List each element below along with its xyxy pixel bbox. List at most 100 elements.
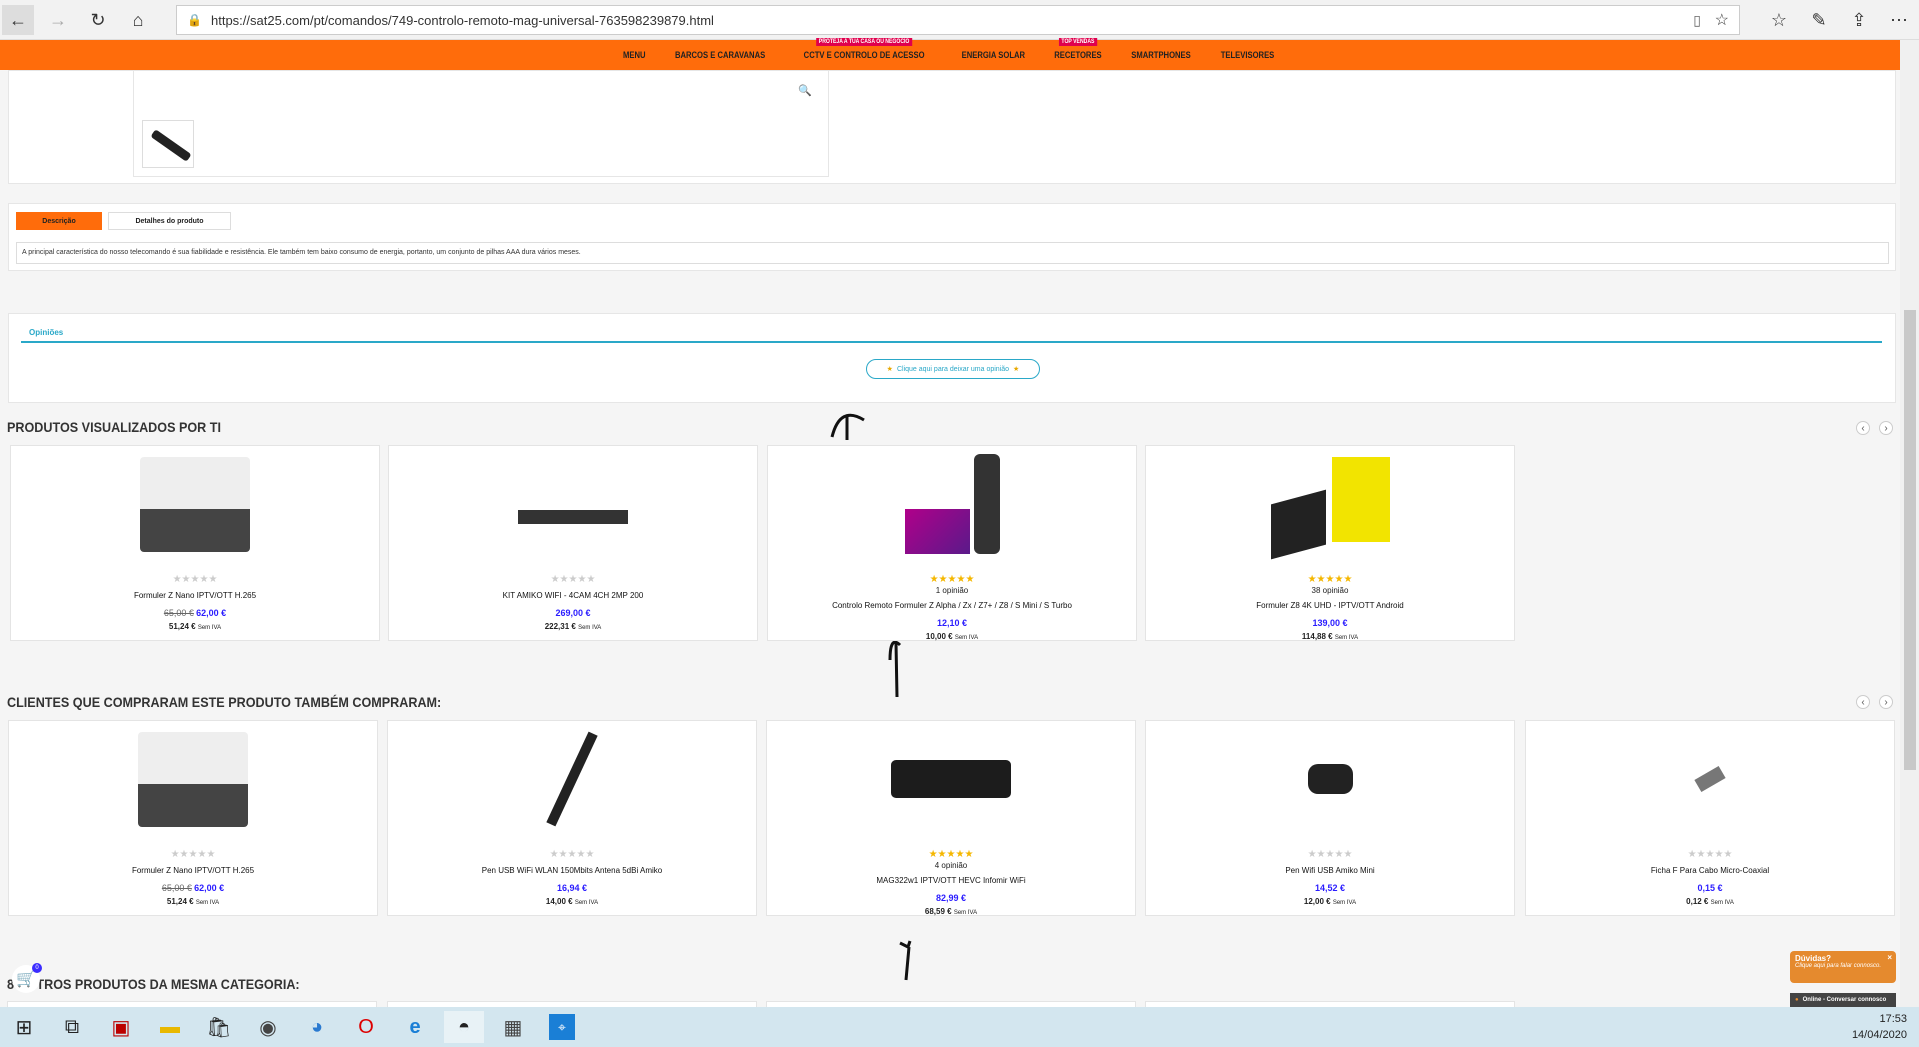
- cart-button[interactable]: 🛒 0: [12, 963, 42, 993]
- tax-label: Sem IVA: [1332, 900, 1357, 906]
- nav-label: ENERGIA SOLAR: [961, 50, 1025, 60]
- product-card[interactable]: ★★★★★ KIT AMIKO WIFI - 4CAM 4CH 2MP 200 …: [388, 445, 758, 641]
- lock-icon: 🔒: [187, 13, 202, 27]
- edge-icon[interactable]: e: [395, 1011, 435, 1043]
- net-price: 51,24 €: [166, 897, 194, 906]
- product-name[interactable]: Controlo Remoto Formuler Z Alpha / Zx / …: [768, 601, 1136, 610]
- tax-label: Sem IVA: [197, 625, 222, 631]
- nav-item[interactable]: SMARTPHONES: [1131, 50, 1191, 60]
- clock-date: 14/04/2020: [1851, 1029, 1907, 1041]
- leave-review-button[interactable]: ★ Clique aqui para deixar uma opinião ★: [866, 359, 1040, 379]
- product-card[interactable]: ★★★★★ 4 opinião MAG322w1 IPTV/OTT HEVC I…: [766, 720, 1136, 916]
- net-price: 222,31 €: [544, 622, 576, 631]
- nav-item[interactable]: CCTV E CONTROLO DE ACESSO PROTEJA A TUA C…: [804, 38, 925, 60]
- nav-item[interactable]: ENERGIA SOLAR: [961, 50, 1024, 60]
- thunderbird-icon[interactable]: ◕: [297, 1011, 337, 1043]
- system-clock[interactable]: 17:53 14/04/2020: [1852, 1011, 1907, 1043]
- refresh-icon[interactable]: ↻: [82, 5, 114, 35]
- windows-start-icon[interactable]: ⊞: [4, 1011, 44, 1043]
- task-view-icon[interactable]: ⧉: [52, 1011, 92, 1043]
- close-icon[interactable]: ×: [1887, 953, 1892, 962]
- nav-item[interactable]: TELEVISORES: [1221, 50, 1275, 60]
- net-price: 14,00 €: [545, 897, 573, 906]
- nav-item[interactable]: BARCOS E CARAVANAS: [675, 50, 765, 60]
- product-name[interactable]: KIT AMIKO WIFI - 4CAM 4CH 2MP 200: [389, 591, 757, 600]
- more-icon[interactable]: ⋯: [1883, 5, 1915, 35]
- chat-bar[interactable]: ● Online - Conversar connosco: [1790, 993, 1896, 1007]
- rating-stars: ★★★★★: [1687, 849, 1733, 860]
- star-icon: ★: [886, 366, 893, 373]
- filezilla-icon[interactable]: ▣: [101, 1011, 141, 1043]
- thumbnail[interactable]: [142, 120, 194, 168]
- tab-details[interactable]: Detalhes do produto: [108, 212, 231, 230]
- product-card[interactable]: ★★★★★ 1 opinião Controlo Remoto Formuler…: [767, 445, 1137, 641]
- product-card[interactable]: ★★★★★ Formuler Z Nano IPTV/OTT H.265 65,…: [10, 445, 380, 641]
- nav-item[interactable]: RECETORES TOP VENDAS: [1054, 38, 1102, 60]
- satellite-app-icon[interactable]: ⌖: [549, 1014, 575, 1040]
- product-name[interactable]: Pen USB WiFi WLAN 150Mbits Antena 5dBi A…: [388, 866, 756, 875]
- forward-icon[interactable]: →: [42, 5, 74, 35]
- product-price: 62,00 €: [194, 883, 225, 893]
- chat-popup[interactable]: Dúvidas? Clique aqui para falar connosco…: [1790, 951, 1896, 983]
- scrollbar[interactable]: [1900, 40, 1919, 1007]
- scrollbar-thumb[interactable]: [1904, 310, 1916, 770]
- product-card[interactable]: ★★★★★ Pen Wifi USB Amiko Mini 14,52 € 12…: [1145, 720, 1515, 916]
- tab-reviews[interactable]: Opiniões: [29, 328, 63, 337]
- home-icon[interactable]: ⌂: [122, 5, 154, 35]
- file-explorer-icon[interactable]: ▬: [150, 1011, 190, 1043]
- carousel-prev-button[interactable]: ‹: [1856, 695, 1870, 709]
- address-bar[interactable]: 🔒 https://sat25.com/pt/comandos/749-cont…: [176, 5, 1740, 35]
- product-card[interactable]: ★★★★★ Pen USB WiFi WLAN 150Mbits Antena …: [387, 720, 757, 916]
- product-name[interactable]: Formuler Z Nano IPTV/OTT H.265: [11, 591, 379, 600]
- camera-app-icon[interactable]: ◉: [248, 1011, 288, 1043]
- product-name[interactable]: Pen Wifi USB Amiko Mini: [1146, 866, 1514, 875]
- nav-label: MENU: [622, 50, 646, 60]
- nav-label: RECETORES: [1054, 50, 1102, 60]
- favorites-icon[interactable]: ☆: [1763, 5, 1795, 35]
- carousel-next-button[interactable]: ›: [1879, 695, 1893, 709]
- product-name[interactable]: Formuler Z8 4K UHD - IPTV/OTT Android: [1146, 601, 1514, 610]
- zoom-icon[interactable]: 🔍: [798, 84, 812, 97]
- carousel-next-button[interactable]: ›: [1879, 421, 1893, 435]
- favorite-star-icon[interactable]: ☆: [1715, 10, 1729, 30]
- opinion-count: 1 opinião: [935, 586, 969, 595]
- product-card[interactable]: ★★★★★ Ficha F Para Cabo Micro-Coaxial 0,…: [1525, 720, 1895, 916]
- tax-label: Sem IVA: [1334, 635, 1359, 641]
- nav-label: TELEVISORES: [1220, 50, 1275, 60]
- product-image: [140, 456, 250, 552]
- net-price: 114,88 €: [1301, 632, 1333, 641]
- product-card[interactable]: ★★★★★ Formuler Z Nano IPTV/OTT H.265 65,…: [8, 720, 378, 916]
- product-name[interactable]: Ficha F Para Cabo Micro-Coaxial: [1526, 866, 1894, 875]
- net-price: 0,12 €: [1686, 897, 1709, 906]
- reading-view-icon[interactable]: ▯: [1693, 12, 1701, 29]
- calculator-icon[interactable]: ▦: [493, 1011, 533, 1043]
- taskbar: ⊞ ⧉ ▣ ▬ 🛍 ◉ ◕ O e ◓ ▦ ⌖ 17:53 14/04/2020: [0, 1007, 1919, 1047]
- remote-image: [150, 129, 192, 162]
- back-icon[interactable]: ←: [2, 5, 34, 35]
- net-price: 10,00 €: [925, 632, 953, 641]
- url-text: https://sat25.com/pt/comandos/749-contro…: [211, 12, 714, 28]
- net-price: 51,24 €: [168, 622, 196, 631]
- arrow-mark: [899, 940, 912, 981]
- bought-title: CLIENTES QUE COMPRARAM ESTE PRODUTO TAMB…: [7, 694, 442, 710]
- opera-icon[interactable]: O: [346, 1011, 386, 1043]
- rating-stars: ★★★★★: [170, 849, 216, 860]
- product-price: 12,10 €: [936, 618, 968, 628]
- store-icon[interactable]: 🛍: [199, 1011, 239, 1043]
- nav-item[interactable]: MENU: [623, 50, 646, 60]
- photos-app-icon[interactable]: ◓: [444, 1011, 484, 1043]
- rating-stars: ★★★★★: [928, 849, 974, 860]
- product-image: [891, 760, 1011, 798]
- product-card[interactable]: ★★★★★ 38 opinião Formuler Z8 4K UHD - IP…: [1145, 445, 1515, 641]
- carousel-prev-button[interactable]: ‹: [1856, 421, 1870, 435]
- share-icon[interactable]: ⇪: [1843, 5, 1875, 35]
- product-image: [904, 454, 1000, 554]
- leave-review-label: Clique aqui para deixar uma opinião: [896, 365, 1010, 373]
- pen-icon[interactable]: ✎: [1803, 5, 1835, 35]
- product-price: 82,99 €: [935, 893, 967, 903]
- main-nav: MENU BARCOS E CARAVANAS CCTV E CONTROLO DE…: [0, 38, 1900, 70]
- product-name[interactable]: Formuler Z Nano IPTV/OTT H.265: [9, 866, 377, 875]
- product-name[interactable]: MAG322w1 IPTV/OTT HEVC Infomir WiFi: [767, 876, 1135, 885]
- tab-description[interactable]: Descrição: [16, 212, 102, 230]
- nav-badge: TOP VENDAS: [1059, 38, 1098, 46]
